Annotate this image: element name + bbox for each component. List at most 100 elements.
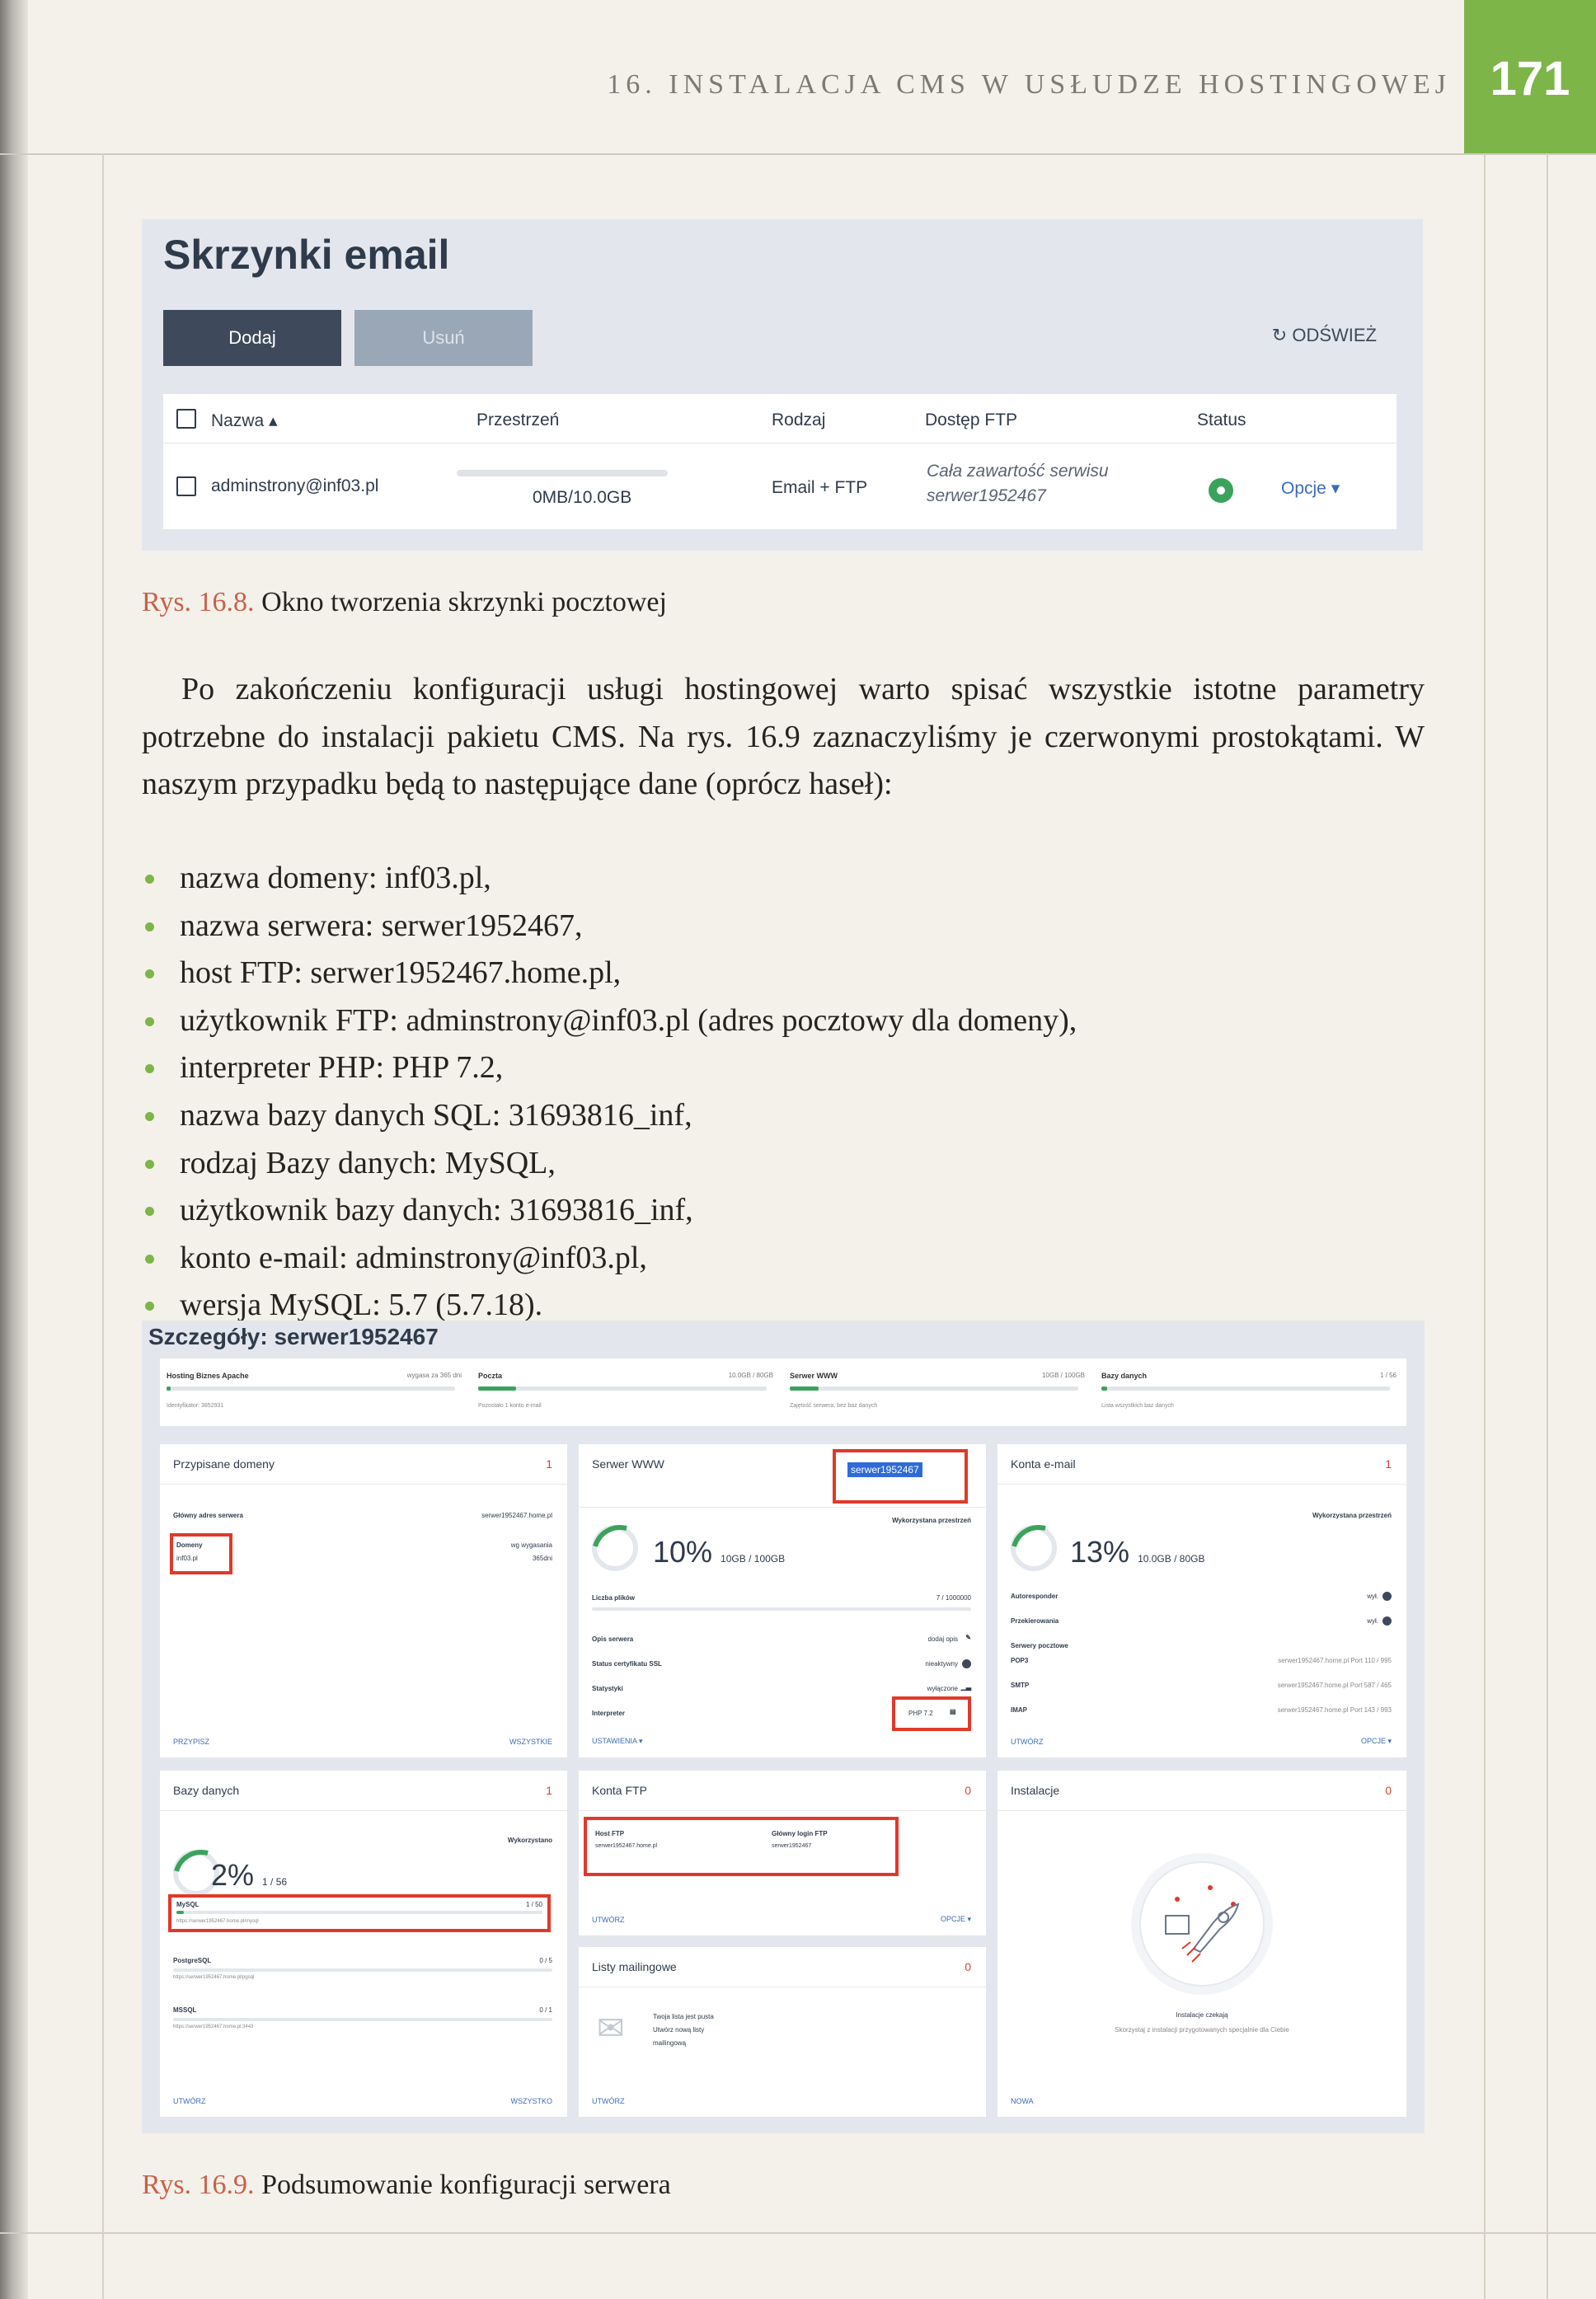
body-paragraph: Po zakończeniu konfiguracji usługi hosti… bbox=[142, 672, 1425, 802]
options-dropdown[interactable]: Opcje ▾ bbox=[1281, 478, 1340, 499]
caption-number: Rys. 16.9. bbox=[142, 2170, 255, 2200]
create-ftp-link[interactable]: UTWÓRZ bbox=[592, 1916, 625, 1924]
mail-usage-ring bbox=[1011, 1525, 1057, 1571]
list-item: konto e-mail: adminstrony@inf03.pl, bbox=[142, 1235, 1425, 1283]
margin-rule-outer bbox=[1547, 153, 1548, 2299]
margin-rule-left bbox=[102, 153, 104, 2299]
strip-mail-title: Poczta bbox=[478, 1372, 503, 1380]
strip-hosting-title: Hosting Biznes Apache bbox=[167, 1372, 249, 1380]
list-item: nazwa bazy danych SQL: 31693816_inf, bbox=[142, 1092, 1425, 1140]
create-list-link[interactable]: UTWÓRZ bbox=[592, 2097, 625, 2105]
mail-row-label: Autoresponder bbox=[1011, 1593, 1059, 1600]
domains-title: Przypisane domeny bbox=[173, 1457, 275, 1471]
all-db-link[interactable]: WSZYSTKO bbox=[510, 2097, 552, 2105]
desc-value[interactable]: dodaj opis bbox=[928, 1635, 958, 1643]
mailing-list-icon: ✉ bbox=[597, 2010, 625, 2047]
php-value[interactable]: PHP 7.2 bbox=[908, 1710, 933, 1717]
refresh-button[interactable]: ↻ ODŚWIEŻ bbox=[1272, 325, 1377, 346]
strip-hosting-sub: Identyfikator: 3852931 bbox=[167, 1403, 224, 1409]
parameter-list: nazwa domeny: inf03.pl, nazwa serwera: s… bbox=[142, 855, 1425, 1330]
strip-hosting-fill bbox=[167, 1386, 171, 1391]
strip-hosting-bar bbox=[167, 1386, 455, 1391]
figure-mailboxes: Skrzynki email Dodaj Usuń ↻ ODŚWIEŻ Nazw… bbox=[142, 219, 1423, 551]
strip-db-fill bbox=[1101, 1386, 1107, 1391]
mail-row-value: serwer1952467.home.pl Port 110 / 995 bbox=[1278, 1657, 1392, 1664]
www-used-label: Wykorzystana przestrzeń bbox=[892, 1517, 971, 1524]
list-item: użytkownik FTP: adminstrony@inf03.pl (ad… bbox=[142, 997, 1425, 1045]
ftp-options-menu[interactable]: OPCJE ▾ bbox=[941, 1915, 971, 1924]
domain-highlight-box bbox=[170, 1533, 232, 1574]
panel-www: Serwer WWW serwer1952467 Wykorzystana pr… bbox=[579, 1444, 986, 1757]
panel-databases: Bazy danych 1 Wykorzystano 2% 1 / 56 MyS… bbox=[160, 1771, 567, 2117]
assign-link[interactable]: PRZYPISZ bbox=[173, 1738, 209, 1746]
create-mail-link[interactable]: UTWÓRZ bbox=[1011, 1738, 1044, 1746]
db-amount: 1 / 56 bbox=[262, 1876, 288, 1888]
column-status: Status bbox=[1197, 411, 1246, 429]
divider bbox=[160, 1484, 567, 1485]
ftp-access-line1: Cała zawartość serwisu bbox=[927, 462, 1109, 481]
panel-ftp: Konta FTP 0 Host FTP serwer1952467.home.… bbox=[579, 1771, 986, 1935]
margin-rule-right bbox=[1484, 153, 1486, 2299]
www-usage: 10% 10GB / 100GB bbox=[653, 1535, 785, 1569]
new-install-link[interactable]: NOWA bbox=[1011, 2097, 1034, 2105]
status-active-icon bbox=[1209, 478, 1233, 503]
row-checkbox[interactable] bbox=[176, 476, 196, 496]
strip-mail-fill bbox=[478, 1386, 516, 1391]
strip-db-bar bbox=[1101, 1386, 1390, 1391]
mail-row-label: Serwery pocztowe bbox=[1011, 1642, 1068, 1649]
mail-options-menu[interactable]: OPCJE ▾ bbox=[1361, 1737, 1392, 1746]
table-row: adminstrony@inf03.pl 0MB/10.0GB Email + … bbox=[163, 443, 1396, 529]
mail-row-value: wył. bbox=[1367, 1617, 1378, 1625]
db-row-bar bbox=[173, 2018, 552, 2021]
select-all-checkbox[interactable] bbox=[176, 409, 196, 429]
lists-empty-line2[interactable]: Utwórz nową listy bbox=[653, 2026, 704, 2034]
files-label: Liczba plików bbox=[592, 1594, 636, 1602]
ftp-login-value: serwer1952467 bbox=[772, 1843, 812, 1849]
db-row-url[interactable]: https://serwer1952467.home.pl/pgsql bbox=[173, 1975, 254, 1980]
installs-empty-text: Skorzystaj z instalacji przygotowanych s… bbox=[1115, 2026, 1289, 2034]
create-db-link[interactable]: UTWÓRZ bbox=[173, 2097, 206, 2105]
caption-text: Okno tworzenia skrzynki pocztowej bbox=[261, 587, 667, 617]
column-name[interactable]: Nazwa ▴ bbox=[211, 411, 278, 431]
list-item: interpreter PHP: PHP 7.2, bbox=[142, 1044, 1425, 1092]
server-name: serwer1952467 bbox=[847, 1462, 922, 1477]
divider bbox=[998, 1484, 1406, 1485]
domain-value: inf03.pl bbox=[176, 1555, 198, 1562]
autoresponder-toggle-icon[interactable] bbox=[1382, 1592, 1392, 1601]
all-link[interactable]: WSZYSTKIE bbox=[509, 1738, 552, 1746]
domains-count: 1 bbox=[546, 1457, 552, 1471]
www-usage-ring bbox=[592, 1525, 638, 1571]
mail-used-label: Wykorzystana przestrzeń bbox=[1312, 1512, 1392, 1519]
edit-icon[interactable]: ✎ bbox=[965, 1634, 971, 1641]
db-row-url[interactable]: https://serwer1952467.home.pl/mysql bbox=[176, 1919, 259, 1924]
ssl-value: nieaktywny bbox=[925, 1660, 958, 1668]
mail-amount: 10.0GB / 80GB bbox=[1138, 1553, 1205, 1565]
strip-www: Serwer WWW 10GB / 100GB Zajętość serwera… bbox=[783, 1358, 1095, 1426]
chart-icon[interactable]: ▁▃ bbox=[961, 1683, 971, 1691]
ftp-host-label: Host FTP bbox=[595, 1830, 625, 1837]
settings-menu[interactable]: USTAWIENIA ▾ bbox=[592, 1737, 643, 1746]
mail-row-value: serwer1952467.home.pl Port 587 / 465 bbox=[1277, 1682, 1392, 1689]
page-number: 171 bbox=[1464, 0, 1596, 153]
db-row-name: MySQL bbox=[176, 1901, 200, 1908]
footer-rule bbox=[0, 2232, 1596, 2234]
forwarding-toggle-icon[interactable] bbox=[1382, 1616, 1392, 1626]
ftp-title: Konta FTP bbox=[592, 1784, 647, 1797]
settings-icon[interactable]: ▤ bbox=[950, 1708, 956, 1715]
ssl-status-icon[interactable] bbox=[962, 1659, 971, 1668]
column-type: Rodzaj bbox=[772, 411, 826, 429]
db-row-url[interactable]: https://serwer1952467.home.pl:3443 bbox=[173, 2025, 253, 2029]
strip-db-title: Bazy danych bbox=[1101, 1372, 1148, 1380]
mailbox-space: 0MB/10.0GB bbox=[533, 488, 632, 507]
server-details-title: Szczegóły: serwer1952467 bbox=[148, 1324, 439, 1349]
strip-hosting-value: wygasa za 365 dni bbox=[406, 1372, 462, 1379]
ftp-count: 0 bbox=[965, 1784, 971, 1797]
panel-domains: Przypisane domeny 1 Główny adres serwera… bbox=[160, 1444, 567, 1757]
caption-number: Rys. 16.8. bbox=[142, 587, 255, 617]
delete-button[interactable]: Usuń bbox=[354, 310, 533, 366]
table-header: Nazwa ▴ Przestrzeń Rodzaj Dostęp FTP Sta… bbox=[163, 394, 1396, 443]
ssl-label: Status certyfikatu SSL bbox=[592, 1660, 662, 1668]
refresh-label: ODŚWIEŻ bbox=[1292, 325, 1377, 345]
add-button[interactable]: Dodaj bbox=[163, 310, 341, 366]
mail-row-label: Przekierowania bbox=[1011, 1617, 1059, 1625]
